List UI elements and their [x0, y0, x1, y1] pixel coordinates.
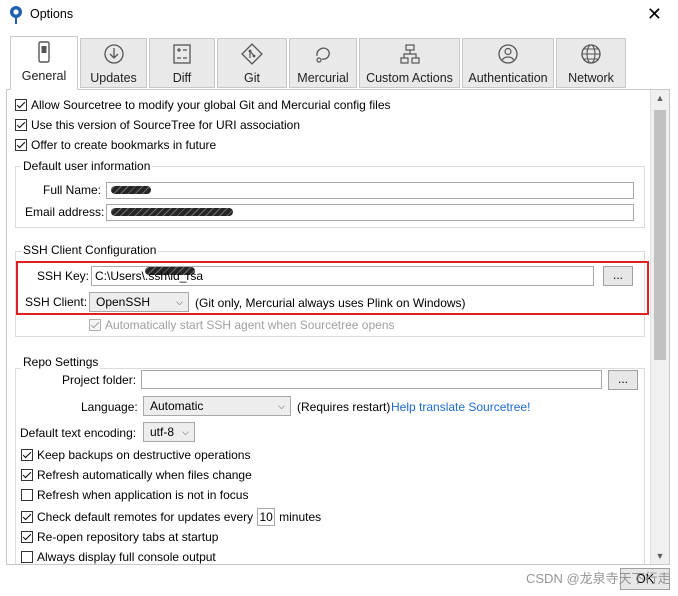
redaction — [111, 186, 151, 194]
chevron-down-icon: ⌵ — [278, 401, 285, 411]
custom-actions-icon — [399, 44, 420, 64]
language-select[interactable]: Automatic ⌵ — [143, 396, 291, 416]
diff-icon — [173, 44, 191, 64]
tab-updates[interactable]: Updates — [80, 38, 147, 88]
user-icon — [498, 44, 518, 64]
checkbox[interactable] — [21, 531, 33, 543]
ssh-key-field[interactable]: C:\Users\ .ssh\id_rsa — [91, 266, 594, 286]
tab-git[interactable]: Git — [217, 38, 287, 88]
keep-backups-option[interactable]: Keep backups on destructive operations — [21, 448, 250, 462]
allow-global-config-option[interactable]: Allow Sourcetree to modify your global G… — [15, 98, 391, 112]
full-name-label: Full Name: — [43, 183, 102, 197]
check-remotes-option[interactable]: Check default remotes for updates every … — [21, 508, 321, 526]
chevron-down-icon: ⌵ — [176, 297, 183, 307]
general-settings-panel: Allow Sourcetree to modify your global G… — [6, 89, 670, 565]
reopen-tabs-option[interactable]: Re-open repository tabs at startup — [21, 530, 218, 544]
refresh-focus-option[interactable]: Refresh when application is not in focus — [21, 488, 248, 502]
watermark: CSDN @龙泉寺天下行走 — [526, 571, 671, 586]
checkbox[interactable] — [21, 449, 33, 461]
project-folder-field[interactable] — [141, 370, 602, 389]
full-name-field[interactable] — [106, 182, 634, 199]
redaction — [111, 208, 233, 216]
uri-association-option[interactable]: Use this version of SourceTree for URI a… — [15, 118, 300, 132]
project-folder-label: Project folder: — [62, 373, 137, 387]
ssh-key-browse-button[interactable]: ... — [603, 266, 633, 286]
checkbox[interactable] — [21, 511, 33, 523]
globe-icon — [581, 44, 601, 64]
language-note: (Requires restart) — [297, 400, 391, 414]
scroll-up-icon[interactable]: ▲ — [651, 93, 669, 103]
ssh-client-select[interactable]: OpenSSH ⌵ — [89, 292, 189, 312]
checkbox[interactable] — [21, 489, 33, 501]
tab-diff[interactable]: Diff — [149, 38, 215, 88]
email-label: Email address: — [25, 205, 105, 219]
checkbox — [89, 319, 101, 331]
encoding-label: Default text encoding: — [20, 426, 137, 440]
tab-network[interactable]: Network — [556, 38, 626, 88]
git-icon — [241, 43, 263, 65]
vertical-scrollbar[interactable]: ▲ ▼ — [650, 90, 669, 564]
checkbox[interactable] — [15, 139, 27, 151]
ssh-client-note: (Git only, Mercurial always uses Plink o… — [195, 296, 466, 310]
tab-authentication[interactable]: Authentication — [462, 38, 554, 88]
checkbox[interactable] — [21, 551, 33, 563]
ssh-key-label: SSH Key: — [37, 269, 90, 283]
tab-custom-actions[interactable]: Custom Actions — [359, 38, 460, 88]
user-info-title: Default user information — [21, 159, 153, 173]
minutes-field[interactable]: 10 — [257, 508, 276, 526]
ssh-config-title: SSH Client Configuration — [21, 243, 159, 257]
tab-general[interactable]: General — [10, 36, 78, 90]
encoding-select[interactable]: utf-8 ⌵ — [143, 422, 195, 442]
email-field[interactable] — [106, 204, 634, 221]
checkbox[interactable] — [21, 469, 33, 481]
phone-settings-icon — [38, 41, 50, 63]
scrollbar-thumb[interactable] — [654, 110, 666, 360]
close-icon[interactable]: ✕ — [647, 4, 662, 24]
chevron-down-icon: ⌵ — [182, 427, 189, 437]
tab-mercurial[interactable]: Mercurial — [289, 38, 357, 88]
checkbox[interactable] — [15, 99, 27, 111]
auto-ssh-agent-option: Automatically start SSH agent when Sourc… — [89, 318, 395, 332]
create-bookmarks-option[interactable]: Offer to create bookmarks in future — [15, 138, 216, 152]
title-bar: Options ✕ — [0, 0, 678, 30]
scroll-down-icon[interactable]: ▼ — [651, 551, 669, 561]
refresh-auto-option[interactable]: Refresh automatically when files change — [21, 468, 252, 482]
translate-link[interactable]: Help translate Sourcetree! — [391, 400, 530, 414]
checkbox[interactable] — [15, 119, 27, 131]
sourcetree-logo-icon — [10, 6, 22, 24]
download-icon — [103, 44, 124, 64]
language-label: Language: — [81, 400, 138, 414]
mercurial-icon — [316, 47, 330, 63]
window-title: Options — [30, 7, 74, 21]
project-folder-browse-button[interactable]: ... — [608, 370, 638, 390]
redaction — [145, 267, 196, 275]
repo-settings-title: Repo Settings — [21, 355, 101, 369]
console-output-option[interactable]: Always display full console output — [21, 550, 216, 564]
ssh-client-label: SSH Client: — [25, 295, 88, 309]
